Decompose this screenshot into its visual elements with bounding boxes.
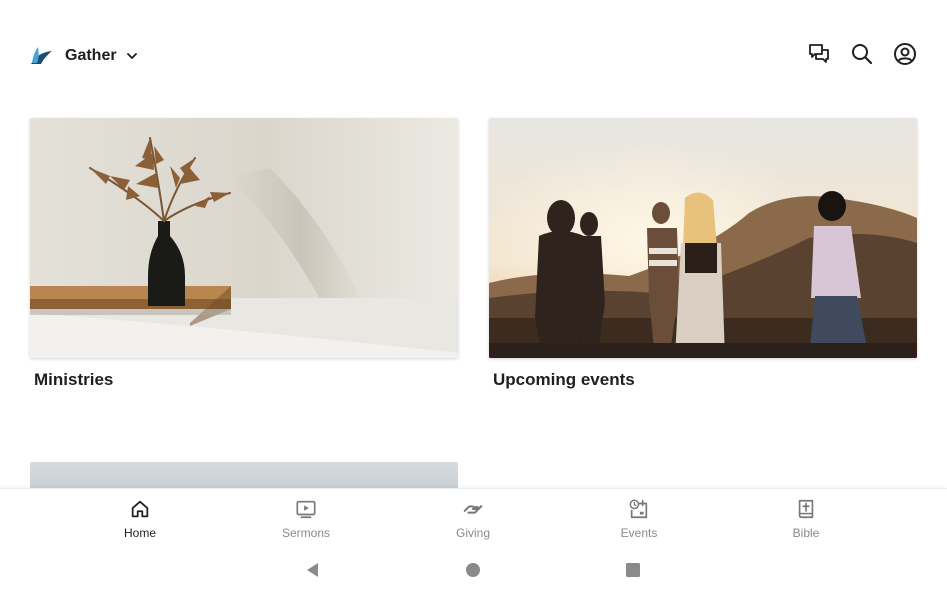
nav-home[interactable]: Home [95, 498, 185, 540]
home-circle-icon[interactable] [463, 560, 483, 580]
ministries-card[interactable]: Ministries [30, 118, 458, 390]
sermons-play-icon [296, 500, 316, 519]
card-title: Upcoming events [493, 370, 635, 389]
app-name: Gather [65, 47, 117, 64]
bottom-navigation: Home Sermons Giving Events Bible [0, 488, 947, 548]
nav-label: Sermons [281, 526, 331, 540]
bible-book-icon [798, 499, 814, 519]
church-switcher[interactable]: Gather [30, 44, 139, 68]
nav-label: Home [123, 526, 156, 540]
recents-square-icon[interactable] [623, 560, 643, 580]
chevron-down-icon [126, 53, 137, 59]
nav-label: Bible [792, 526, 820, 540]
header-actions [788, 42, 917, 66]
nav-label: Giving [455, 526, 490, 540]
home-icon [131, 500, 149, 518]
upcoming-events-image [489, 118, 917, 358]
system-navigation-bar [0, 548, 947, 592]
messages-icon[interactable] [807, 42, 831, 66]
upcoming-events-card[interactable]: Upcoming events [489, 118, 917, 390]
account-icon[interactable] [893, 42, 917, 66]
search-icon[interactable] [850, 42, 874, 66]
giving-hand-icon [463, 505, 483, 514]
nav-label: Events [620, 526, 658, 540]
nav-sermons[interactable]: Sermons [261, 498, 351, 540]
nav-bible[interactable]: Bible [761, 498, 851, 540]
nav-events[interactable]: Events [594, 498, 684, 540]
back-icon[interactable] [303, 560, 323, 580]
card-title: Ministries [34, 370, 114, 389]
events-calendar-icon [629, 499, 648, 519]
app-header: Gather [0, 0, 947, 112]
nav-giving[interactable]: Giving [428, 498, 518, 540]
gather-leaf-logo-icon [31, 47, 52, 64]
ministries-image [30, 118, 458, 358]
